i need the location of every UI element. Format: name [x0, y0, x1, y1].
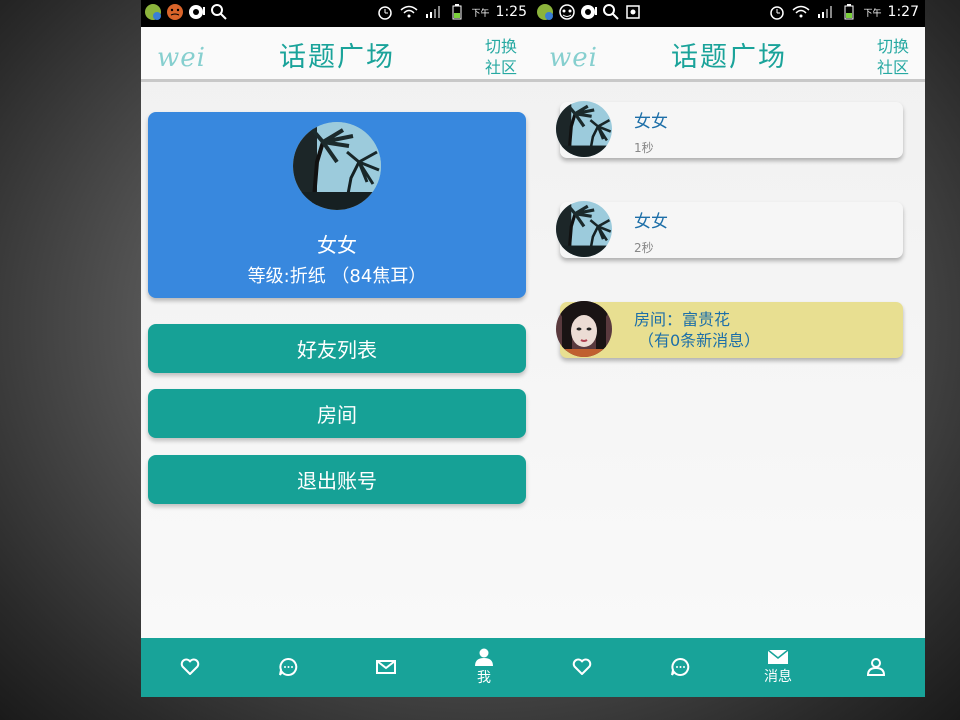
room-button[interactable]: 房间 [148, 389, 526, 438]
nav-label: 消息 [764, 669, 792, 685]
nav-tab-topics[interactable] [631, 638, 729, 697]
wifi-icon [792, 3, 810, 21]
switch-label-line2: 社区 [876, 58, 909, 77]
status-bar: 下午 1:25 [141, 0, 533, 27]
person-icon [475, 648, 493, 666]
nav-tab-messages[interactable]: 消息 [729, 638, 827, 697]
chat-notification-icon [580, 3, 598, 21]
emoji-notification-icon [558, 3, 576, 21]
nav-tab-favorites[interactable] [533, 638, 631, 697]
alarm-icon [376, 3, 394, 21]
message-time: 1秒 [634, 141, 654, 155]
avatar [556, 101, 612, 157]
time-period: 下午 [471, 8, 490, 19]
chat-notification-icon [188, 3, 206, 21]
app-notification-icon [144, 3, 162, 21]
room-new-messages: （有0条新消息） [638, 331, 761, 350]
app-header: wei 话题广场 切换 社区 [533, 27, 925, 82]
clock: 1:25 [495, 4, 527, 20]
chat-bubble-icon [671, 657, 690, 676]
switch-community-button[interactable]: 切换 社区 [875, 36, 911, 78]
person-icon [866, 658, 886, 676]
switch-community-button[interactable]: 切换 社区 [483, 36, 519, 78]
room-item[interactable]: 房间：富贵花 （有0条新消息） [556, 301, 903, 358]
heart-icon [180, 658, 200, 675]
bottom-nav: 消息 [533, 638, 925, 697]
message-sender: 女女 [634, 112, 668, 132]
alarm-icon [768, 3, 786, 21]
nav-label: 我 [477, 670, 491, 686]
wifi-icon [400, 3, 418, 21]
nav-tab-me[interactable] [827, 638, 925, 697]
heart-icon [572, 658, 592, 675]
emoji-notification-icon [166, 3, 184, 21]
profile-name: 女女 [317, 233, 357, 257]
search-notification-icon [210, 3, 228, 21]
nav-tab-favorites[interactable] [141, 638, 239, 697]
logout-button[interactable]: 退出账号 [148, 455, 526, 504]
nav-tab-topics[interactable] [239, 638, 337, 697]
bottom-nav: 我 [141, 638, 533, 697]
status-bar: 下午 1:27 [533, 0, 925, 27]
mail-icon [767, 649, 789, 664]
page-title: 话题广场 [671, 42, 787, 73]
nav-tab-messages[interactable] [337, 638, 435, 697]
message-item[interactable]: 女女 1秒 [556, 101, 903, 158]
avatar[interactable] [293, 122, 381, 210]
chat-bubble-icon [279, 657, 298, 676]
app-notification-icon [536, 3, 554, 21]
message-time: 2秒 [634, 241, 654, 255]
switch-label-line1: 切换 [484, 37, 517, 56]
battery-icon [840, 3, 858, 21]
page-title: 话题广场 [279, 42, 395, 73]
message-item[interactable]: 女女 2秒 [556, 201, 903, 258]
room-avatar [556, 301, 612, 357]
switch-label-line2: 社区 [484, 58, 517, 77]
mail-icon [376, 660, 396, 674]
time-period: 下午 [863, 8, 882, 19]
friend-list-button[interactable]: 好友列表 [148, 324, 526, 373]
search-notification-icon [602, 3, 620, 21]
signal-icon [816, 3, 834, 21]
screenshot-notification-icon [624, 3, 642, 21]
battery-icon [448, 3, 466, 21]
message-sender: 女女 [634, 212, 668, 232]
switch-label-line1: 切换 [876, 37, 909, 56]
nav-tab-me[interactable]: 我 [435, 638, 533, 697]
profile-screen: 下午 1:25 wei 话题广场 切换 社区 女女 等级:折纸 （84焦耳） 好… [141, 0, 533, 697]
avatar [556, 201, 612, 257]
signal-icon [424, 3, 442, 21]
profile-level: 等级:折纸 （84焦耳） [247, 266, 427, 287]
messages-screen: 下午 1:27 wei 话题广场 切换 社区 女女 1秒 女女 2秒 房间：富贵… [533, 0, 925, 697]
clock: 1:27 [887, 4, 919, 20]
app-header: wei 话题广场 切换 社区 [141, 27, 533, 82]
profile-card: 女女 等级:折纸 （84焦耳） [148, 112, 526, 298]
